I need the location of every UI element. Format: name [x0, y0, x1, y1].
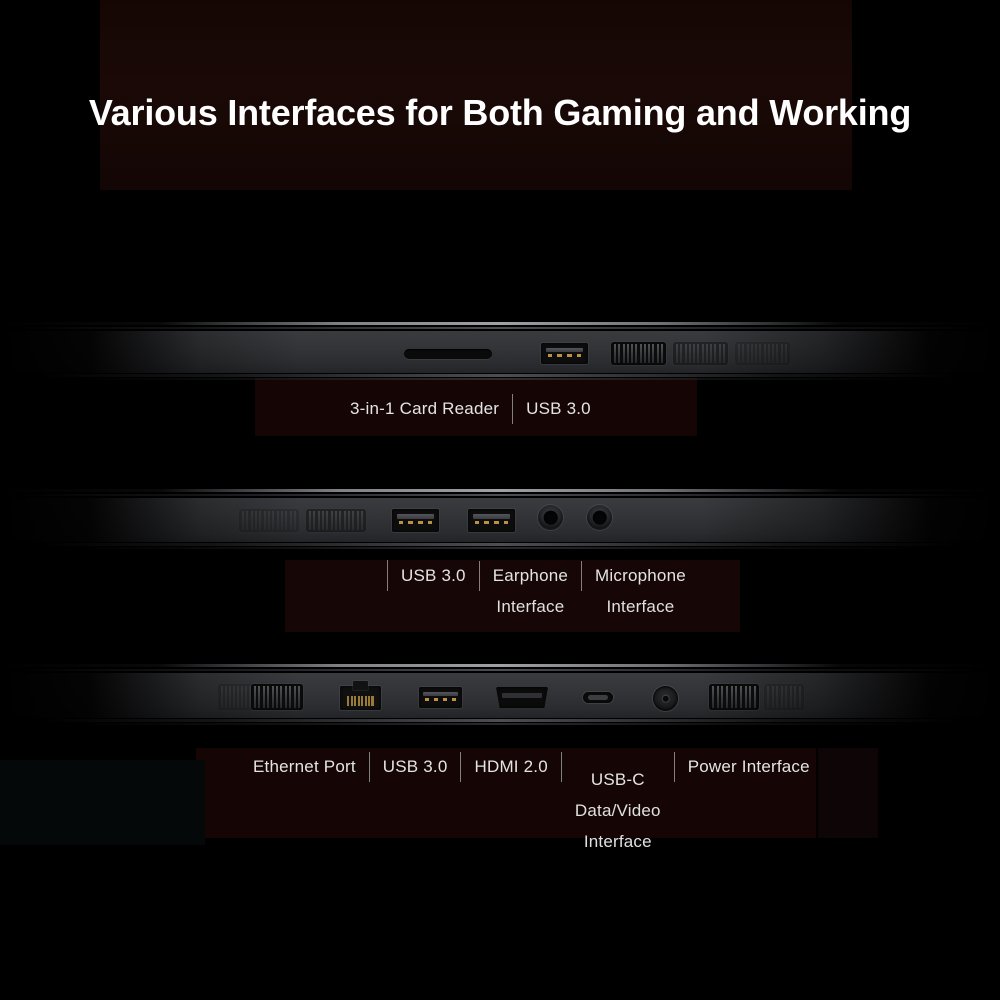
rj45-notch [353, 681, 368, 690]
row1-labels: 3-in-1 Card Reader USB 3.0 [337, 393, 604, 424]
chassis-top-seam [0, 327, 1000, 329]
laptop-edge-left-side [0, 489, 1000, 551]
label-ethernet-port: Ethernet Port [240, 751, 369, 782]
usbc-tongue [587, 695, 609, 700]
vent-grille [218, 684, 254, 710]
label-text: Ethernet Port [253, 757, 356, 776]
jack-hole [543, 510, 558, 525]
chassis-top-highlight [0, 489, 1000, 492]
earphone-jack[interactable] [538, 505, 563, 530]
label-text-line2: Interface [496, 597, 565, 616]
laptop-edge-right-side [0, 322, 1000, 382]
label-usb30: USB 3.0 [370, 751, 461, 782]
label-text: USB 3.0 [401, 566, 466, 585]
microphone-jack[interactable] [587, 505, 612, 530]
label-text: USB 3.0 [526, 399, 591, 418]
chassis-bottom-seam [0, 547, 1000, 549]
row3-left-backdrop [0, 760, 205, 845]
label-power-interface: Power Interface [675, 751, 823, 782]
usb-pins [474, 520, 509, 525]
chassis-bottom-seam [0, 723, 1000, 725]
usb-c-port[interactable] [583, 692, 613, 703]
chassis-top-highlight [0, 322, 1000, 325]
chassis-bottom-lip [0, 543, 1000, 546]
label-text: USB 3.0 [382, 757, 448, 776]
label-text-line3: Interface [583, 832, 652, 851]
usb-a-port[interactable] [419, 687, 462, 708]
power-jack[interactable] [653, 686, 678, 711]
label-text: USB-C [590, 770, 645, 789]
vent-grille [764, 684, 804, 710]
vent-grille [306, 509, 366, 532]
vent-grille [239, 509, 299, 532]
page-background: Various Interfaces for Both Gaming and W… [0, 0, 1000, 1000]
label-usbc-data-video-interface: USB-C Data/Video Interface [562, 751, 674, 857]
label-card-reader: 3-in-1 Card Reader [337, 393, 512, 424]
hdmi-port[interactable] [496, 687, 548, 708]
usb-contact-block [545, 347, 584, 352]
chassis-bottom-lip [0, 374, 1000, 377]
label-usb30: USB 3.0 [513, 393, 604, 424]
vent-grille [611, 342, 666, 365]
label-text: Microphone [595, 566, 686, 585]
row2-labels: USB 3.0 Earphone Interface Microphone In… [387, 560, 699, 622]
vent-grille [735, 342, 790, 365]
label-microphone-interface: Microphone Interface [582, 560, 699, 622]
usb-contact-block [472, 514, 511, 519]
vent-grille [673, 342, 728, 365]
usb-pins [398, 520, 433, 525]
usb-a-port[interactable] [392, 509, 439, 532]
power-center-pin [662, 695, 669, 702]
usb-pins [425, 697, 456, 701]
chassis-bottom-lip [0, 719, 1000, 722]
label-text-line2: Data/Video [574, 801, 661, 820]
chassis-top-seam [0, 494, 1000, 496]
label-hdmi20: HDMI 2.0 [461, 751, 560, 782]
laptop-edge-rear-side [0, 664, 1000, 730]
label-text: Earphone [492, 566, 569, 585]
label-text: HDMI 2.0 [474, 757, 548, 776]
chassis-top-seam [0, 669, 1000, 671]
label-text: Power Interface [687, 757, 810, 776]
page-title: Various Interfaces for Both Gaming and W… [88, 92, 912, 133]
chassis-top-highlight [0, 664, 1000, 667]
label-text: 3-in-1 Card Reader [350, 399, 500, 418]
usb-a-port[interactable] [468, 509, 515, 532]
label-earphone-interface: Earphone Interface [480, 560, 581, 622]
jack-hole [592, 510, 607, 525]
vent-grille [709, 684, 759, 710]
ethernet-port[interactable] [340, 681, 381, 710]
rj45-pins [347, 696, 374, 707]
vent-grille [251, 684, 303, 710]
usb-contact-block [423, 691, 458, 696]
row3-right-backdrop [818, 748, 878, 838]
label-text-line2: Interface [606, 597, 675, 616]
label-usb30: USB 3.0 [387, 560, 479, 591]
usb-a-port[interactable] [541, 343, 588, 364]
chassis-face [0, 331, 1000, 373]
usb-pins [547, 353, 582, 357]
chassis-bottom-seam [0, 378, 1000, 380]
card-reader-slot[interactable] [404, 349, 492, 359]
usb-contact-block [396, 514, 435, 519]
row3-labels: Ethernet Port USB 3.0 HDMI 2.0 USB-C Dat… [240, 751, 823, 857]
hdmi-tongue [502, 692, 542, 699]
